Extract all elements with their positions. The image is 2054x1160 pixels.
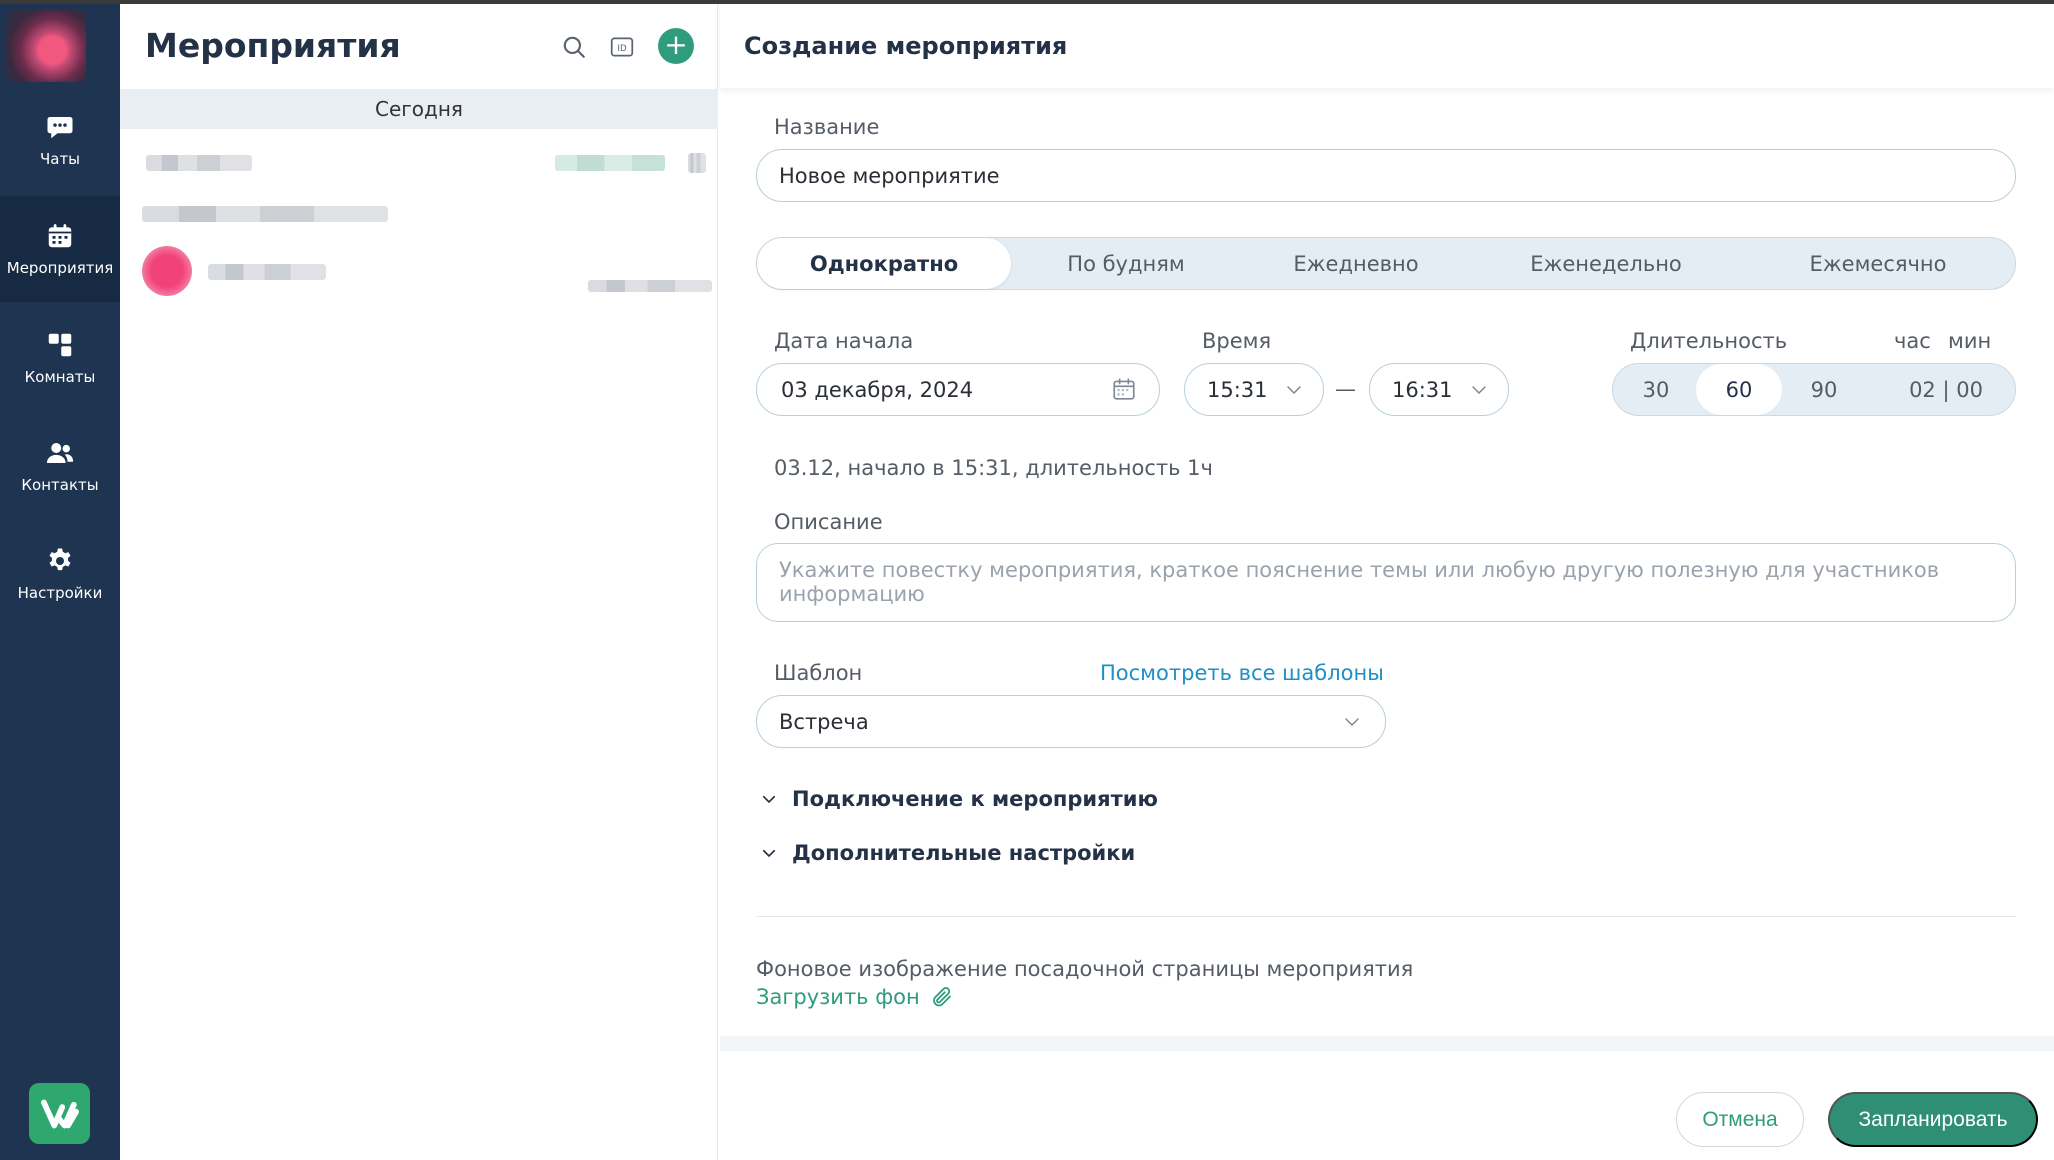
start-date-label: Дата начала [774, 329, 914, 353]
minute-label: мин [1948, 329, 1992, 353]
advanced-settings-toggle[interactable]: Дополнительные настройки [760, 841, 1135, 865]
add-event-button[interactable]: + [658, 28, 694, 64]
blurred-text [142, 206, 388, 222]
blurred-text [146, 155, 252, 171]
background-image-label: Фоновое изображение посадочной страницы … [756, 957, 1414, 981]
avatar [142, 246, 192, 296]
list-section-header: Сегодня [120, 89, 718, 129]
advanced-settings-label: Дополнительные настройки [792, 841, 1136, 865]
calendar-icon [1113, 378, 1135, 400]
recurrence-selector: Однократно По будням Ежедневно Еженедель… [756, 237, 2016, 290]
start-date-value: 03 декабря, 2024 [781, 377, 974, 402]
blurred-text [688, 153, 706, 173]
contacts-icon [46, 443, 74, 463]
sidebar-item-label: Комнаты [24, 368, 96, 386]
sidebar-item-contacts[interactable]: Контакты [0, 413, 120, 519]
duration-custom-input[interactable]: 02 | 00 [1883, 364, 2009, 415]
upload-background-label: Загрузить фон [756, 985, 920, 1009]
description-placeholder: Укажите повестку мероприятия, краткое по… [779, 558, 1940, 606]
description-label: Описание [774, 510, 883, 534]
gear-icon [49, 548, 71, 571]
panel-title: Создание мероприятия [744, 32, 1068, 60]
schedule-button[interactable]: Запланировать [1828, 1092, 2038, 1147]
chat-icon [47, 117, 73, 139]
sidebar-item-chats[interactable]: Чаты [0, 87, 120, 193]
chevron-down-icon [762, 849, 776, 858]
app-logo [29, 1083, 90, 1144]
sidebar-item-label: Настройки [17, 584, 103, 602]
sidebar: Чаты Мероприятия Комнаты Контакты Настро… [0, 0, 120, 1160]
duration-option-60[interactable]: 60 [1696, 364, 1782, 415]
svg-text:ID: ID [617, 44, 627, 54]
view-all-templates-link[interactable]: Посмотреть все шаблоны [1100, 661, 1384, 685]
time-to-select[interactable]: 16:31 [1369, 363, 1509, 416]
window-top-border [0, 0, 2054, 4]
rooms-icon [48, 333, 72, 357]
sidebar-item-label: Чаты [39, 150, 81, 168]
time-range-separator: — [1335, 377, 1356, 401]
blurred-text [208, 264, 326, 280]
panel-header: Создание мероприятия [720, 0, 2054, 88]
connection-section-label: Подключение к мероприятию [792, 787, 1158, 811]
template-value: Встреча [779, 709, 869, 734]
start-date-field[interactable]: 03 декабря, 2024 [756, 363, 1160, 416]
recurrence-option-monthly[interactable]: Ежемесячно [1741, 238, 2015, 289]
description-textarea[interactable]: Укажите повестку мероприятия, краткое по… [756, 543, 2016, 622]
schedule-summary: 03.12, начало в 15:31, длительность 1ч [774, 456, 1213, 480]
join-by-id-button[interactable]: ID [607, 32, 637, 62]
chevron-down-icon [1345, 718, 1359, 727]
sidebar-item-settings[interactable]: Настройки [0, 521, 120, 627]
blurred-text [588, 280, 712, 292]
plus-icon: + [664, 28, 688, 61]
search-icon [563, 36, 585, 58]
search-button[interactable] [559, 32, 589, 62]
connection-section-toggle[interactable]: Подключение к мероприятию [760, 787, 1158, 811]
upload-background-button[interactable]: Загрузить фон [756, 985, 954, 1009]
hour-label: час [1894, 329, 1931, 353]
name-label: Название [774, 115, 880, 139]
sidebar-item-label: Контакты [21, 476, 99, 494]
template-select[interactable]: Встреча [756, 695, 1386, 748]
chevron-down-icon [1472, 386, 1486, 395]
time-from-select[interactable]: 15:31 [1184, 363, 1324, 416]
cancel-button[interactable]: Отмена [1676, 1092, 1804, 1147]
time-to-value: 16:31 [1392, 377, 1453, 402]
create-event-panel: Создание мероприятия Название Новое меро… [720, 0, 2054, 1160]
recurrence-option-weekly[interactable]: Еженедельно [1471, 238, 1741, 289]
calendar-icon [48, 224, 72, 248]
time-label: Время [1202, 329, 1272, 353]
sidebar-item-rooms[interactable]: Комнаты [0, 305, 120, 411]
page-title: Мероприятия [145, 26, 401, 65]
events-list-panel: Мероприятия ID + Сегодня [120, 0, 718, 1160]
duration-option-90[interactable]: 90 [1781, 364, 1867, 415]
duration-option-30[interactable]: 30 [1613, 364, 1699, 415]
sidebar-item-events[interactable]: Мероприятия [0, 196, 120, 302]
footer-shadow [720, 1036, 2054, 1050]
logo-icon [40, 1099, 79, 1128]
time-from-value: 15:31 [1207, 377, 1268, 402]
name-input[interactable]: Новое мероприятие [756, 149, 2016, 202]
id-icon: ID [610, 37, 634, 57]
blurred-text [555, 155, 665, 171]
recurrence-option-weekdays[interactable]: По будням [1011, 238, 1241, 289]
sidebar-item-label: Мероприятия [6, 259, 114, 277]
chevron-down-icon [1287, 386, 1301, 395]
user-avatar[interactable] [6, 10, 86, 82]
paperclip-icon [932, 987, 951, 1007]
template-label: Шаблон [774, 661, 863, 685]
chevron-down-icon [762, 795, 776, 804]
duration-selector: 30 60 90 02 | 00 [1612, 363, 2016, 416]
section-divider [756, 916, 2016, 917]
recurrence-option-once[interactable]: Однократно [757, 238, 1011, 289]
recurrence-option-daily[interactable]: Ежедневно [1241, 238, 1471, 289]
duration-label: Длительность [1630, 329, 1788, 353]
name-input-value: Новое мероприятие [779, 163, 1000, 188]
